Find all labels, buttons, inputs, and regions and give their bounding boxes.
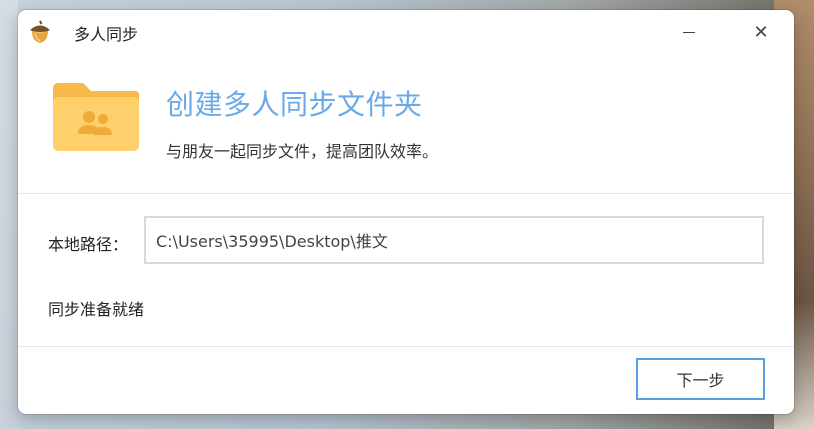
multi-sync-dialog: 多人同步 ✕ 创建多人同步文件夹 与朋友一起同步文件，提高团队效率。 本地路径：… <box>18 10 794 414</box>
acorn-icon <box>30 20 50 43</box>
minimize-icon <box>683 31 695 33</box>
next-step-button[interactable]: 下一步 <box>636 358 765 400</box>
local-path-label: 本地路径： <box>48 235 129 254</box>
local-path-input[interactable] <box>144 216 764 264</box>
close-button[interactable]: ✕ <box>741 14 781 50</box>
shared-folder-icon <box>53 83 139 151</box>
status-text: 同步准备就绪 <box>48 300 145 319</box>
desktop-wallpaper-left <box>0 0 18 429</box>
dialog-subheading: 与朋友一起同步文件，提高团队效率。 <box>166 142 439 161</box>
divider <box>18 346 794 347</box>
window-title: 多人同步 <box>74 25 139 44</box>
minimize-button[interactable] <box>669 14 709 50</box>
title-bar[interactable]: 多人同步 ✕ <box>18 10 794 54</box>
dialog-heading: 创建多人同步文件夹 <box>166 88 423 121</box>
dialog-header: 创建多人同步文件夹 与朋友一起同步文件，提高团队效率。 <box>18 54 794 194</box>
divider <box>18 193 794 194</box>
